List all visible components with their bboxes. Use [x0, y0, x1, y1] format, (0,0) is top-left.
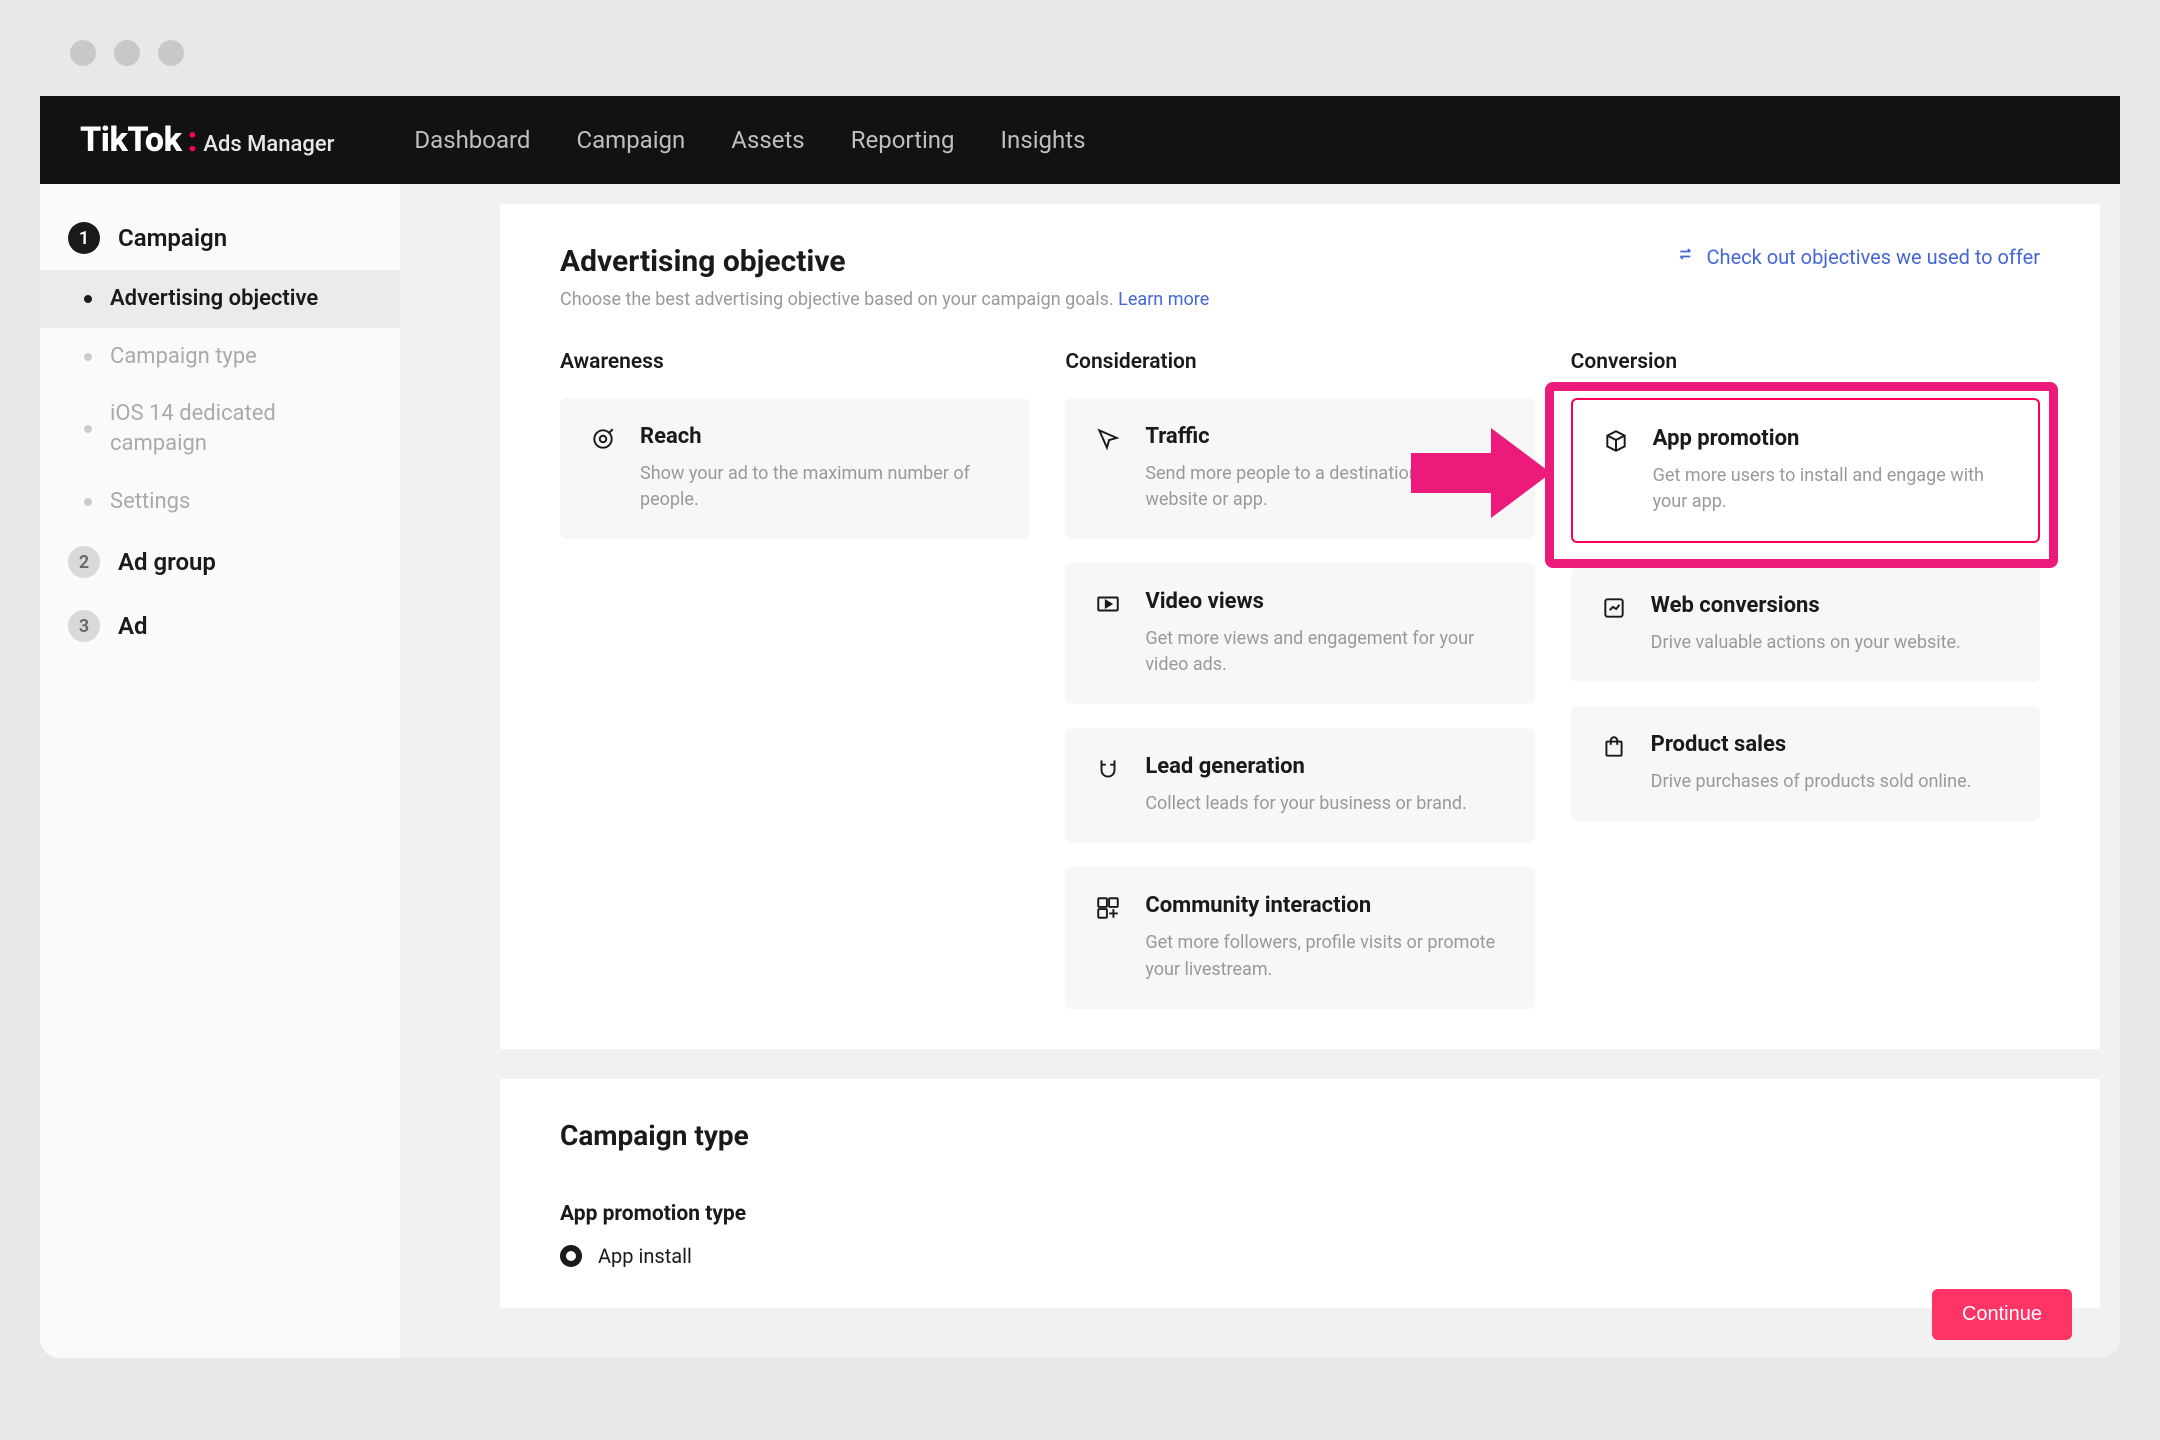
- bullet-icon: [84, 498, 92, 506]
- card-desc: Get more views and engagement for your v…: [1145, 626, 1506, 678]
- sidebar-item-ios[interactable]: iOS 14 dedicated campaign: [40, 385, 400, 472]
- learn-more-link[interactable]: Learn more: [1118, 289, 1209, 310]
- brand-colon-icon: :: [187, 120, 197, 160]
- window-dot: [158, 40, 184, 66]
- sidebar-item-campaign-type[interactable]: Campaign type: [40, 328, 400, 386]
- link-label: Check out objectives we used to offer: [1707, 245, 2040, 269]
- bullet-icon: [84, 353, 92, 361]
- card-title: Video views: [1145, 589, 1506, 614]
- step-label: Ad group: [118, 548, 216, 576]
- bullet-icon: [84, 425, 92, 433]
- sidebar: 1 Campaign Advertising objective Campaig…: [40, 184, 400, 1358]
- step-label: Ad: [118, 612, 148, 640]
- swap-icon: [1677, 244, 1697, 269]
- sidebar-item-label: Campaign type: [110, 342, 257, 372]
- nav-insights[interactable]: Insights: [1001, 126, 1086, 154]
- campaign-type-panel: Campaign type App promotion type App ins…: [500, 1079, 2100, 1308]
- card-community-interaction[interactable]: Community interaction Get more followers…: [1065, 867, 1534, 1008]
- card-reach[interactable]: Reach Show your ad to the maximum number…: [560, 398, 1029, 539]
- magnet-icon: [1093, 754, 1123, 784]
- card-desc: Drive purchases of products sold online.: [1651, 769, 2012, 795]
- nav-dashboard[interactable]: Dashboard: [414, 126, 530, 154]
- video-icon: [1093, 589, 1123, 619]
- brand: TikTok: Ads Manager: [80, 120, 334, 160]
- brand-subtitle: Ads Manager: [203, 132, 334, 157]
- top-nav: TikTok: Ads Manager Dashboard Campaign A…: [40, 96, 2120, 184]
- section-title: Campaign type: [560, 1119, 2040, 1152]
- card-title: Community interaction: [1145, 893, 1506, 918]
- card-title: Product sales: [1651, 732, 2012, 757]
- card-lead-generation[interactable]: Lead generation Collect leads for your b…: [1065, 728, 1534, 843]
- column-consideration-title: Consideration: [1065, 350, 1534, 374]
- sidebar-item-label: iOS 14 dedicated campaign: [110, 399, 372, 458]
- sidebar-item-label: Settings: [110, 487, 190, 517]
- window-controls: [40, 20, 2120, 96]
- field-label: App promotion type: [560, 1202, 2040, 1226]
- conversion-icon: [1599, 593, 1629, 623]
- panel-title: Advertising objective: [560, 244, 1209, 279]
- radio-icon: [560, 1245, 582, 1267]
- step-label: Campaign: [118, 224, 227, 252]
- radio-app-install[interactable]: App install: [560, 1244, 2040, 1268]
- card-video-views[interactable]: Video views Get more views and engagemen…: [1065, 563, 1534, 704]
- card-title: Web conversions: [1651, 593, 2012, 618]
- shopping-icon: [1599, 732, 1629, 762]
- card-title: Lead generation: [1145, 754, 1506, 779]
- card-title: App promotion: [1653, 426, 2010, 451]
- card-app-promotion[interactable]: App promotion Get more users to install …: [1571, 398, 2040, 543]
- step-number-3: 3: [68, 610, 100, 642]
- legacy-objectives-link[interactable]: Check out objectives we used to offer: [1677, 244, 2040, 269]
- step-number-1: 1: [68, 222, 100, 254]
- radio-label: App install: [598, 1244, 692, 1268]
- step-number-2: 2: [68, 546, 100, 578]
- reach-icon: [588, 424, 618, 454]
- sidebar-item-settings[interactable]: Settings: [40, 473, 400, 531]
- column-awareness-title: Awareness: [560, 350, 1029, 374]
- card-desc: Get more followers, profile visits or pr…: [1145, 930, 1506, 982]
- card-traffic[interactable]: Traffic Send more people to a destinatio…: [1065, 398, 1534, 539]
- nav-reporting[interactable]: Reporting: [851, 126, 955, 154]
- step-ad-group[interactable]: 2 Ad group: [40, 530, 400, 594]
- sidebar-item-label: Advertising objective: [110, 284, 318, 314]
- card-desc: Send more people to a destination on you…: [1145, 461, 1506, 513]
- window-dot: [70, 40, 96, 66]
- card-web-conversions[interactable]: Web conversions Drive valuable actions o…: [1571, 567, 2040, 682]
- cube-icon: [1601, 426, 1631, 456]
- card-desc: Show your ad to the maximum number of pe…: [640, 461, 1001, 513]
- card-desc: Collect leads for your business or brand…: [1145, 791, 1506, 817]
- continue-button[interactable]: Continue: [1932, 1289, 2072, 1340]
- column-conversion-title: Conversion: [1571, 350, 2040, 374]
- panel-subtitle: Choose the best advertising objective ba…: [560, 289, 1209, 310]
- card-title: Traffic: [1145, 424, 1506, 449]
- nav-menu: Dashboard Campaign Assets Reporting Insi…: [414, 126, 1085, 154]
- brand-logo: TikTok: [80, 120, 181, 160]
- window-dot: [114, 40, 140, 66]
- bullet-icon: [84, 295, 92, 303]
- card-product-sales[interactable]: Product sales Drive purchases of product…: [1571, 706, 2040, 821]
- card-title: Reach: [640, 424, 1001, 449]
- sidebar-item-objective[interactable]: Advertising objective: [40, 270, 400, 328]
- community-icon: [1093, 893, 1123, 923]
- objective-panel: Advertising objective Choose the best ad…: [500, 204, 2100, 1049]
- main-content: Advertising objective Choose the best ad…: [400, 184, 2120, 1358]
- step-campaign[interactable]: 1 Campaign: [40, 206, 400, 270]
- step-ad[interactable]: 3 Ad: [40, 594, 400, 658]
- card-desc: Get more users to install and engage wit…: [1653, 463, 2010, 515]
- card-desc: Drive valuable actions on your website.: [1651, 630, 2012, 656]
- nav-assets[interactable]: Assets: [731, 126, 804, 154]
- cursor-icon: [1093, 424, 1123, 454]
- nav-campaign[interactable]: Campaign: [576, 126, 685, 154]
